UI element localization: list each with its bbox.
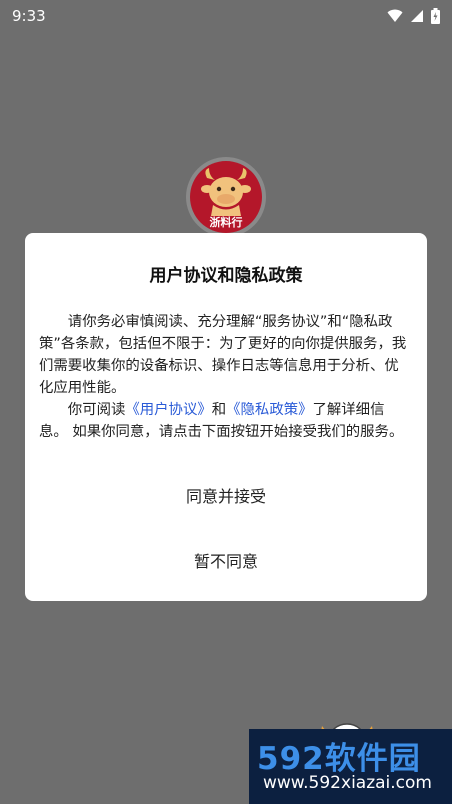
dialog-paragraph-2: 你可阅读《用户协议》和《隐私政策》了解详细信息。 如果你同意，请点击下面按钮开始… <box>39 399 413 443</box>
dialog-paragraph-1: 请你务必审慎阅读、充分理解“服务协议”和“隐私政策”各条款，包括但不限于：为了更… <box>39 311 413 399</box>
dialog-paragraph-1-text: 请你务必审慎阅读、充分理解“服务协议”和“隐私政策”各条款，包括但不限于：为了更… <box>39 314 407 396</box>
paragraph-2-prefix: 你可阅读 <box>67 402 126 418</box>
disagree-button[interactable]: 暂不同意 <box>25 548 427 572</box>
paragraph-2-and: 和 <box>211 402 227 418</box>
status-bar: 9:33 <box>0 0 452 32</box>
status-icons <box>387 8 440 24</box>
dialog-body: 请你务必审慎阅读、充分理解“服务协议”和“隐私政策”各条款，包括但不限于：为了更… <box>39 311 413 443</box>
agree-button[interactable]: 同意并接受 <box>25 483 427 507</box>
status-time: 9:33 <box>12 7 46 25</box>
watermark-title: 592软件园 <box>257 741 421 777</box>
agreement-dialog: 用户协议和隐私政策 请你务必审慎阅读、充分理解“服务协议”和“隐私政策”各条款，… <box>25 233 427 601</box>
user-agreement-link[interactable]: 《用户协议》 <box>125 402 211 418</box>
privacy-policy-link[interactable]: 《隐私政策》 <box>226 402 312 418</box>
logo-text: 浙料行 <box>210 215 243 229</box>
dialog-title: 用户协议和隐私政策 <box>149 266 303 286</box>
battery-icon <box>431 8 440 24</box>
watermark-url: www.592xiazai.com <box>263 773 432 793</box>
signal-icon <box>411 10 423 22</box>
wifi-icon <box>387 9 403 22</box>
watermark: 592软件园 www.592xiazai.com <box>249 729 452 804</box>
app-logo: 浙料行 <box>186 157 266 237</box>
